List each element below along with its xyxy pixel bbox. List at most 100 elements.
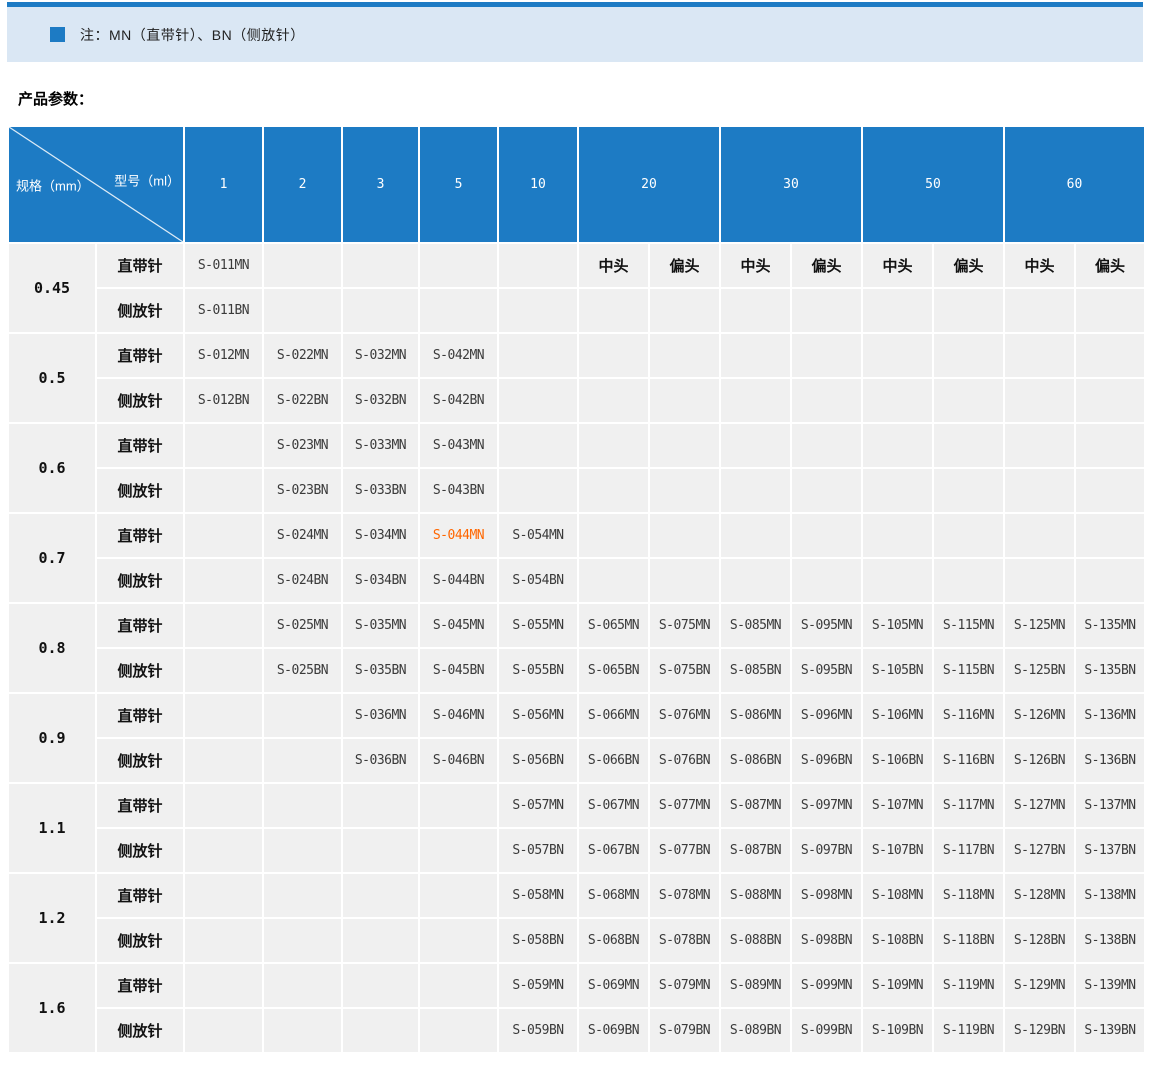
model-cell: S-129MN <box>1004 963 1075 1008</box>
model-cell: S-075BN <box>649 648 720 693</box>
model-cell: S-033MN <box>342 423 419 468</box>
model-cell: S-098BN <box>791 918 862 963</box>
model-cell: S-034MN <box>342 513 419 558</box>
model-cell: S-046MN <box>419 693 498 738</box>
model-cell: S-035BN <box>342 648 419 693</box>
spec-cell: 0.8 <box>8 603 96 693</box>
model-cell: S-055BN <box>498 648 578 693</box>
model-cell: S-086BN <box>720 738 791 783</box>
empty-cell <box>791 558 862 603</box>
empty-cell <box>862 513 933 558</box>
model-cell: S-095BN <box>791 648 862 693</box>
needle-type-label: 侧放针 <box>96 558 184 603</box>
model-cell: S-099MN <box>791 963 862 1008</box>
model-cell: S-077BN <box>649 828 720 873</box>
model-cell: S-057BN <box>498 828 578 873</box>
model-cell: S-012MN <box>184 333 263 378</box>
model-cell: S-089BN <box>720 1008 791 1053</box>
empty-cell <box>419 963 498 1008</box>
model-cell: S-042MN <box>419 333 498 378</box>
empty-cell <box>184 468 263 513</box>
model-cell: S-011BN <box>184 288 263 333</box>
table-row-0.8-bn: 侧放针S-025BNS-035BNS-045BNS-055BNS-065BNS-… <box>8 648 1145 693</box>
model-cell: S-098MN <box>791 873 862 918</box>
model-cell: S-136MN <box>1075 693 1145 738</box>
model-cell: S-045MN <box>419 603 498 648</box>
model-cell: S-046BN <box>419 738 498 783</box>
empty-cell <box>578 468 649 513</box>
page: 注：MN（直带针）、BN（侧放针） 产品参数： 规格（mm） 型号（ml） 12… <box>0 0 1150 1090</box>
needle-type-label: 直带针 <box>96 873 184 918</box>
empty-cell <box>263 828 342 873</box>
empty-cell <box>720 558 791 603</box>
subheader-cell: 偏头 <box>791 243 862 288</box>
empty-cell <box>419 783 498 828</box>
empty-cell <box>184 558 263 603</box>
needle-type-label: 侧放针 <box>96 288 184 333</box>
model-cell: S-137MN <box>1075 783 1145 828</box>
model-cell: S-109BN <box>862 1008 933 1053</box>
model-cell: S-106MN <box>862 693 933 738</box>
model-cell: S-138MN <box>1075 873 1145 918</box>
model-cell: S-137BN <box>1075 828 1145 873</box>
empty-cell <box>578 288 649 333</box>
volume-header-1: 1 <box>184 126 263 243</box>
model-cell: S-128BN <box>1004 918 1075 963</box>
needle-type-label: 侧放针 <box>96 918 184 963</box>
table-body: 0.45直带针S-011MN中头偏头中头偏头中头偏头中头偏头侧放针S-011BN… <box>8 243 1145 1053</box>
model-cell: S-138BN <box>1075 918 1145 963</box>
model-cell: S-086MN <box>720 693 791 738</box>
model-cell: S-057MN <box>498 783 578 828</box>
table-row-1.1-bn: 侧放针S-057BNS-067BNS-077BNS-087BNS-097BNS-… <box>8 828 1145 873</box>
empty-cell <box>1075 423 1145 468</box>
diagonal-corner-cell: 规格（mm） 型号（ml） <box>8 126 184 243</box>
table-row-1.1-mn: 1.1直带针S-057MNS-067MNS-077MNS-087MNS-097M… <box>8 783 1145 828</box>
table-row-0.5-mn: 0.5直带针S-012MNS-022MNS-032MNS-042MN <box>8 333 1145 378</box>
table-row-1.2-mn: 1.2直带针S-058MNS-068MNS-078MNS-088MNS-098M… <box>8 873 1145 918</box>
table-row-0.9-mn: 0.9直带针S-036MNS-046MNS-056MNS-066MNS-076M… <box>8 693 1145 738</box>
empty-cell <box>933 333 1004 378</box>
empty-cell <box>720 423 791 468</box>
spec-cell: 0.7 <box>8 513 96 603</box>
empty-cell <box>263 1008 342 1053</box>
model-cell: S-125MN <box>1004 603 1075 648</box>
volume-header-60: 60 <box>1004 126 1145 243</box>
spec-cell: 0.5 <box>8 333 96 423</box>
empty-cell <box>649 288 720 333</box>
empty-cell <box>498 333 578 378</box>
empty-cell <box>862 423 933 468</box>
empty-cell <box>184 603 263 648</box>
empty-cell <box>498 423 578 468</box>
model-cell: S-069MN <box>578 963 649 1008</box>
model-cell: S-023BN <box>263 468 342 513</box>
model-cell: S-107MN <box>862 783 933 828</box>
empty-cell <box>720 513 791 558</box>
needle-type-label: 直带针 <box>96 333 184 378</box>
needle-type-label: 直带针 <box>96 243 184 288</box>
model-cell: S-096MN <box>791 693 862 738</box>
model-cell: S-032BN <box>342 378 419 423</box>
model-cell: S-097BN <box>791 828 862 873</box>
empty-cell <box>1075 333 1145 378</box>
empty-cell <box>1075 468 1145 513</box>
empty-cell <box>933 513 1004 558</box>
model-cell: S-025MN <box>263 603 342 648</box>
spec-cell: 1.2 <box>8 873 96 963</box>
empty-cell <box>649 423 720 468</box>
table-row-0.7-bn: 侧放针S-024BNS-034BNS-044BNS-054BN <box>8 558 1145 603</box>
needle-type-label: 直带针 <box>96 783 184 828</box>
empty-cell <box>342 288 419 333</box>
table-row-0.5-bn: 侧放针S-012BNS-022BNS-032BNS-042BN <box>8 378 1145 423</box>
model-cell: S-022BN <box>263 378 342 423</box>
empty-cell <box>578 378 649 423</box>
model-cell: S-128MN <box>1004 873 1075 918</box>
model-cell: S-066MN <box>578 693 649 738</box>
empty-cell <box>578 333 649 378</box>
table-row-0.6-bn: 侧放针S-023BNS-033BNS-043BN <box>8 468 1145 513</box>
empty-cell <box>720 468 791 513</box>
empty-cell <box>342 963 419 1008</box>
empty-cell <box>419 828 498 873</box>
empty-cell <box>498 288 578 333</box>
empty-cell <box>263 693 342 738</box>
empty-cell <box>720 378 791 423</box>
